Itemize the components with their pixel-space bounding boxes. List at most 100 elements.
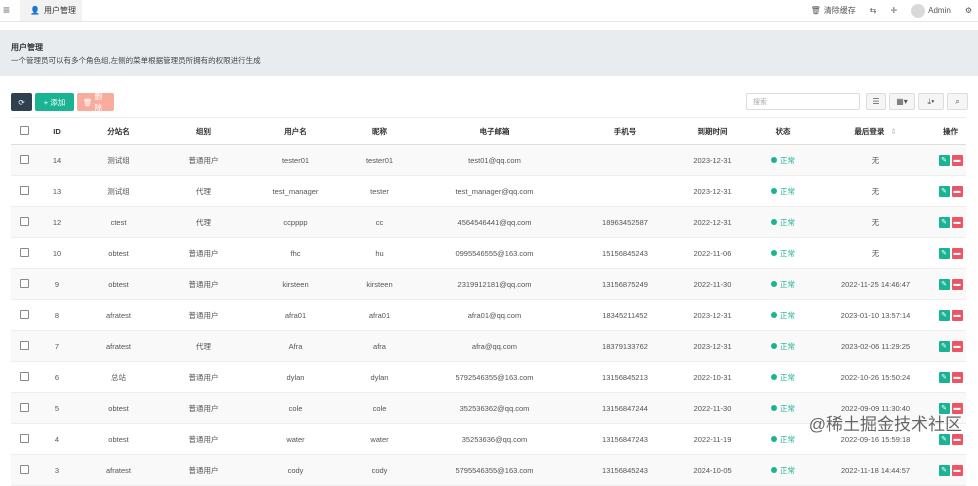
menu-icon[interactable]: ≡ xyxy=(3,3,10,17)
toggle-view-button[interactable]: ☰ xyxy=(866,93,886,110)
cell-site: obtest xyxy=(76,423,161,455)
checkbox[interactable] xyxy=(20,278,29,288)
delete-row-button[interactable]: ▬ xyxy=(951,433,963,445)
cell-email: 2319912181@qq.com xyxy=(414,268,575,300)
sort-icon[interactable]: ⇕ xyxy=(890,127,896,136)
status-dot-icon xyxy=(771,250,777,256)
tab-user-management[interactable]: 👤 用户管理 xyxy=(20,0,82,21)
translate-icon[interactable]: ⇆ xyxy=(870,6,877,15)
refresh-button[interactable]: ⟳ xyxy=(11,93,32,111)
delete-row-button[interactable]: ▬ xyxy=(951,309,963,321)
delete-row-button[interactable]: ▬ xyxy=(951,185,963,197)
column-header[interactable]: 状态 xyxy=(750,117,816,145)
status-badge: 正常 xyxy=(771,186,795,197)
checkbox[interactable] xyxy=(20,402,29,412)
delete-label: 删除 xyxy=(94,92,103,112)
cell-phone: 13156847243 xyxy=(575,423,675,455)
cell-actions: ✎ ▬ xyxy=(935,144,966,176)
cell-username: cody xyxy=(246,454,345,486)
row-checkbox[interactable] xyxy=(11,330,38,362)
column-header[interactable]: 分站名 xyxy=(76,117,161,145)
row-checkbox[interactable] xyxy=(11,361,38,393)
cell-status: 正常 xyxy=(750,361,816,393)
checkbox[interactable] xyxy=(20,433,29,443)
clear-cache-button[interactable]: 🗑 清除缓存 xyxy=(811,5,856,16)
refresh-icon: ⟳ xyxy=(18,97,25,107)
column-header[interactable]: 最后登录 ⇕ xyxy=(816,117,935,145)
column-header[interactable]: ID xyxy=(38,117,76,145)
column-header[interactable]: 到期时间 xyxy=(675,117,750,145)
checkbox[interactable] xyxy=(20,309,29,319)
edit-button[interactable]: ✎ xyxy=(938,278,950,290)
user-menu[interactable]: Admin xyxy=(911,3,951,18)
edit-button[interactable]: ✎ xyxy=(938,216,950,228)
delete-row-button[interactable]: ▬ xyxy=(951,154,963,166)
search-input[interactable]: 搜索 xyxy=(746,93,860,110)
pencil-icon: ✎ xyxy=(941,312,947,319)
column-header[interactable]: 手机号 xyxy=(575,117,675,145)
cell-expire: 2024-10-05 xyxy=(675,454,750,486)
column-header[interactable]: 用户名 xyxy=(246,117,345,145)
cell-nick: tester xyxy=(345,175,414,207)
table-row: 7 afratest 代理 Afra afra afra@qq.com 1837913376… xyxy=(11,330,966,362)
column-header[interactable]: 电子邮箱 xyxy=(414,117,575,145)
cell-nick: tester01 xyxy=(345,144,414,176)
columns-button[interactable]: ▦▾ xyxy=(889,93,915,110)
edit-button[interactable]: ✎ xyxy=(938,309,950,321)
status-text: 正常 xyxy=(780,217,795,227)
checkbox[interactable] xyxy=(20,464,29,474)
cell-nick: cole xyxy=(345,392,414,424)
delete-button[interactable]: 🗑 删除 xyxy=(77,92,114,112)
row-checkbox[interactable] xyxy=(11,237,38,269)
row-checkbox[interactable] xyxy=(11,206,38,238)
checkbox[interactable] xyxy=(20,216,29,226)
checkbox[interactable] xyxy=(20,371,29,381)
advanced-search-button[interactable]: ⌕ xyxy=(947,93,968,110)
row-checkbox[interactable] xyxy=(11,423,38,455)
row-checkbox[interactable] xyxy=(11,392,38,424)
delete-row-button[interactable]: ▬ xyxy=(951,278,963,290)
delete-row-button[interactable]: ▬ xyxy=(951,464,963,476)
edit-button[interactable]: ✎ xyxy=(938,185,950,197)
pencil-icon: ✎ xyxy=(941,219,947,226)
settings-icon[interactable]: ⚙ xyxy=(965,6,972,15)
row-checkbox[interactable] xyxy=(11,144,38,176)
cell-id: 4 xyxy=(38,423,76,455)
cell-username: water xyxy=(246,423,345,455)
edit-button[interactable]: ✎ xyxy=(938,154,950,166)
delete-row-button[interactable]: ▬ xyxy=(951,371,963,383)
export-button[interactable]: ⤓▾ xyxy=(918,93,944,110)
edit-button[interactable]: ✎ xyxy=(938,340,950,352)
checkbox[interactable] xyxy=(20,125,29,135)
add-button[interactable]: + 添加 xyxy=(35,93,74,111)
checkbox[interactable] xyxy=(20,185,29,195)
cell-group: 普通用户 xyxy=(161,423,246,455)
pencil-icon: ✎ xyxy=(941,467,947,474)
checkbox[interactable] xyxy=(20,247,29,257)
cell-username: afra01 xyxy=(246,299,345,331)
edit-button[interactable]: ✎ xyxy=(938,464,950,476)
row-checkbox[interactable] xyxy=(11,299,38,331)
row-checkbox[interactable] xyxy=(11,454,38,486)
add-label: 添加 xyxy=(50,97,66,107)
checkbox[interactable] xyxy=(20,154,29,164)
cell-site: obtest xyxy=(76,392,161,424)
row-checkbox[interactable] xyxy=(11,268,38,300)
cell-phone: 13156845243 xyxy=(575,454,675,486)
fullscreen-icon[interactable]: ✛ xyxy=(890,6,897,15)
table-row: 14 测试组 普通用户 tester01 tester01 test01@qq.com 20… xyxy=(11,144,966,176)
column-header[interactable]: 组别 xyxy=(161,117,246,145)
delete-row-button[interactable]: ▬ xyxy=(951,340,963,352)
edit-button[interactable]: ✎ xyxy=(938,433,950,445)
select-all-checkbox[interactable] xyxy=(11,117,38,145)
status-dot-icon xyxy=(771,405,777,411)
edit-button[interactable]: ✎ xyxy=(938,371,950,383)
row-checkbox[interactable] xyxy=(11,175,38,207)
edit-button[interactable]: ✎ xyxy=(938,247,950,259)
column-header[interactable]: 昵称 xyxy=(345,117,414,145)
pencil-icon: ✎ xyxy=(941,343,947,350)
delete-row-button[interactable]: ▬ xyxy=(951,216,963,228)
delete-row-button[interactable]: ▬ xyxy=(951,247,963,259)
watermark: @稀土掘金技术社区 xyxy=(808,415,962,434)
checkbox[interactable] xyxy=(20,340,29,350)
